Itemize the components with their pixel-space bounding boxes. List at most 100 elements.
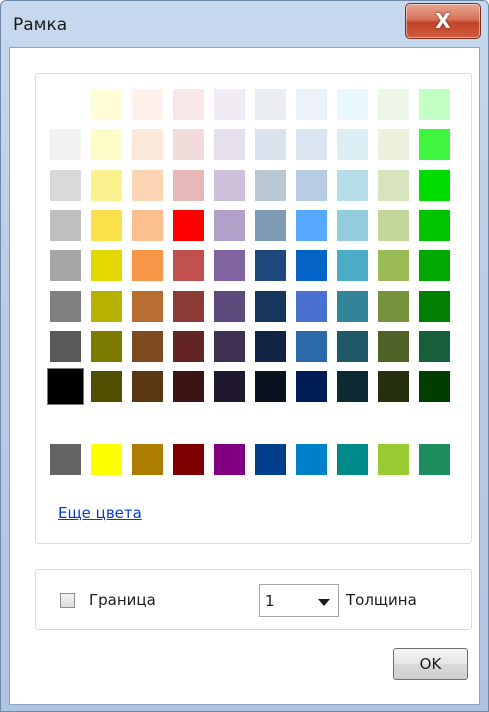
- color-swatch[interactable]: [255, 290, 286, 322]
- standard-color-swatch[interactable]: [296, 444, 327, 475]
- color-swatch[interactable]: [214, 209, 245, 241]
- color-swatch[interactable]: [296, 330, 327, 362]
- standard-color-swatch[interactable]: [337, 444, 368, 475]
- color-swatch[interactable]: [419, 209, 450, 241]
- border-checkbox[interactable]: [60, 593, 75, 608]
- color-swatch[interactable]: [91, 330, 122, 362]
- color-swatch[interactable]: [50, 129, 81, 161]
- standard-color-swatch[interactable]: [214, 444, 245, 475]
- color-swatch[interactable]: [419, 290, 450, 322]
- color-swatch[interactable]: [296, 250, 327, 282]
- color-swatch[interactable]: [132, 209, 163, 241]
- color-swatch[interactable]: [50, 169, 81, 201]
- color-swatch[interactable]: [419, 330, 450, 362]
- color-swatch[interactable]: [173, 250, 204, 282]
- color-swatch[interactable]: [378, 89, 409, 120]
- color-swatch[interactable]: [296, 169, 327, 201]
- close-icon: X: [435, 9, 451, 33]
- color-swatch[interactable]: [419, 89, 450, 120]
- color-swatch[interactable]: [337, 209, 368, 241]
- close-button[interactable]: X: [405, 3, 481, 39]
- color-swatch[interactable]: [214, 250, 245, 282]
- standard-color-swatch[interactable]: [132, 444, 163, 475]
- color-swatch[interactable]: [214, 371, 245, 403]
- color-swatch[interactable]: [255, 371, 286, 403]
- ok-button[interactable]: OK: [393, 648, 468, 680]
- color-swatch[interactable]: [255, 89, 286, 120]
- color-swatch[interactable]: [50, 89, 81, 120]
- color-swatch[interactable]: [296, 290, 327, 322]
- standard-color-swatch[interactable]: [91, 444, 122, 475]
- standard-color-swatch[interactable]: [419, 444, 450, 475]
- color-swatch[interactable]: [378, 129, 409, 161]
- color-swatch[interactable]: [91, 129, 122, 161]
- color-swatch[interactable]: [419, 169, 450, 201]
- standard-color-swatch[interactable]: [173, 444, 204, 475]
- border-options-panel: Граница 1 Толщина: [35, 569, 472, 630]
- color-swatch[interactable]: [378, 169, 409, 201]
- color-swatch[interactable]: [255, 129, 286, 161]
- color-swatch[interactable]: [132, 371, 163, 403]
- color-swatch[interactable]: [337, 250, 368, 282]
- color-swatch[interactable]: [214, 169, 245, 201]
- color-swatch[interactable]: [91, 169, 122, 201]
- color-swatch[interactable]: [173, 330, 204, 362]
- color-swatch[interactable]: [47, 368, 84, 406]
- color-swatch[interactable]: [378, 371, 409, 403]
- more-colors-link[interactable]: Еще цвета: [58, 504, 142, 522]
- standard-color-swatch[interactable]: [255, 444, 286, 475]
- color-swatch[interactable]: [173, 371, 204, 403]
- color-swatch[interactable]: [337, 371, 368, 403]
- color-swatch[interactable]: [173, 209, 204, 241]
- color-swatch[interactable]: [255, 330, 286, 362]
- color-swatch[interactable]: [337, 89, 368, 120]
- color-swatch[interactable]: [132, 89, 163, 120]
- standard-color-swatch[interactable]: [50, 444, 81, 475]
- color-swatch[interactable]: [50, 250, 81, 282]
- color-swatch[interactable]: [91, 371, 122, 403]
- color-swatch[interactable]: [255, 250, 286, 282]
- color-swatch[interactable]: [337, 330, 368, 362]
- thickness-dropdown[interactable]: 1: [259, 584, 339, 617]
- color-swatch[interactable]: [419, 250, 450, 282]
- color-swatch[interactable]: [91, 89, 122, 120]
- color-swatch[interactable]: [255, 209, 286, 241]
- thickness-value: 1: [265, 592, 275, 610]
- color-swatch[interactable]: [173, 89, 204, 120]
- color-swatch[interactable]: [337, 129, 368, 161]
- color-swatch[interactable]: [214, 330, 245, 362]
- color-swatch[interactable]: [173, 129, 204, 161]
- color-swatch[interactable]: [214, 290, 245, 322]
- color-swatch[interactable]: [132, 290, 163, 322]
- window-title: Рамка: [13, 15, 68, 35]
- color-swatch[interactable]: [214, 129, 245, 161]
- color-swatch[interactable]: [419, 371, 450, 403]
- color-swatch[interactable]: [91, 290, 122, 322]
- color-swatch[interactable]: [337, 169, 368, 201]
- color-swatch[interactable]: [214, 89, 245, 120]
- color-swatch[interactable]: [296, 129, 327, 161]
- standard-color-swatch[interactable]: [378, 444, 409, 475]
- color-swatch[interactable]: [296, 89, 327, 120]
- color-swatch[interactable]: [50, 330, 81, 362]
- color-swatch[interactable]: [132, 129, 163, 161]
- color-swatch[interactable]: [132, 250, 163, 282]
- color-swatch[interactable]: [91, 209, 122, 241]
- color-swatch[interactable]: [419, 129, 450, 161]
- color-swatch[interactable]: [50, 209, 81, 241]
- color-swatch[interactable]: [50, 290, 81, 322]
- color-swatch[interactable]: [378, 330, 409, 362]
- color-swatch[interactable]: [337, 290, 368, 322]
- color-swatch[interactable]: [255, 169, 286, 201]
- color-swatch[interactable]: [132, 330, 163, 362]
- color-swatch[interactable]: [296, 371, 327, 403]
- color-swatch[interactable]: [91, 250, 122, 282]
- color-swatch[interactable]: [378, 290, 409, 322]
- color-swatch[interactable]: [378, 209, 409, 241]
- title-bar: Рамка X: [1, 1, 488, 47]
- color-swatch[interactable]: [378, 250, 409, 282]
- color-swatch[interactable]: [173, 290, 204, 322]
- color-swatch[interactable]: [132, 169, 163, 201]
- color-swatch[interactable]: [296, 209, 327, 241]
- color-swatch[interactable]: [173, 169, 204, 201]
